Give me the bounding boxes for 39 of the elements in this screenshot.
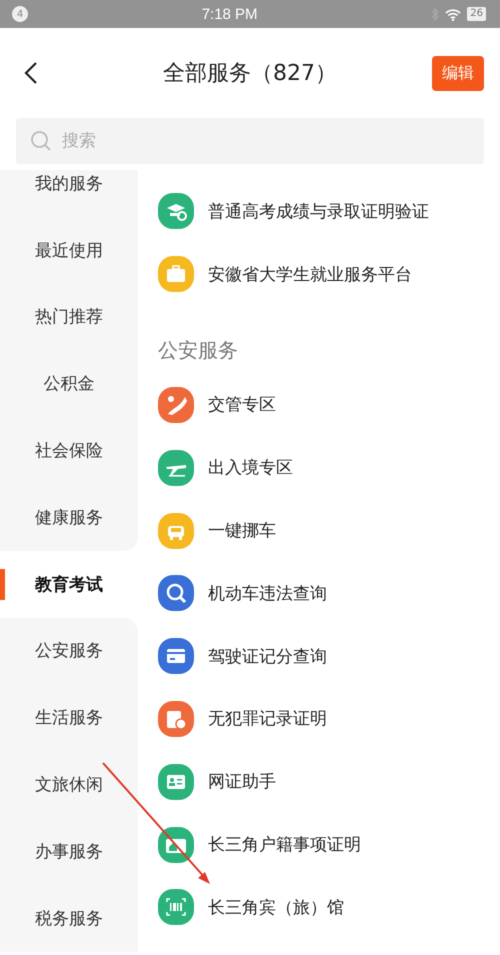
wifi-icon: [445, 8, 462, 20]
certificate-icon[interactable]: [158, 700, 194, 737]
service-link[interactable]: 机动车违法查询: [208, 582, 327, 605]
status-time: 7:18 PM: [200, 6, 259, 22]
house-card-icon[interactable]: [158, 826, 194, 863]
category-tab[interactable]: 健康服务: [0, 484, 138, 551]
service-link[interactable]: 无犯罪记录证明: [208, 707, 327, 730]
service-link[interactable]: 普通高考成绩与录取证明验证: [208, 200, 429, 223]
category-tab[interactable]: 公安服务: [0, 618, 138, 684]
category-tab[interactable]: 社会保险: [0, 417, 138, 484]
briefcase-icon[interactable]: [158, 256, 194, 292]
id-card-icon[interactable]: [158, 764, 194, 800]
search-icon: [30, 130, 52, 152]
category-tab[interactable]: 生活服务: [0, 684, 138, 752]
category-tab[interactable]: 办事服务: [0, 818, 138, 885]
service-link[interactable]: 一键挪车: [208, 519, 276, 542]
category-tab[interactable]: 文旅休闲: [0, 751, 138, 818]
section-title: 公安服务: [158, 336, 239, 364]
service-link[interactable]: 交管专区: [208, 393, 276, 416]
page-title: 全部服务（827）: [162, 60, 338, 88]
barcode-icon[interactable]: [158, 889, 194, 926]
service-link[interactable]: 安徽省大学生就业服务平台: [208, 262, 412, 286]
card-icon[interactable]: [158, 638, 194, 674]
category-tab[interactable]: 税务服务: [0, 884, 138, 952]
category-tab[interactable]: 最近使用: [0, 216, 138, 284]
magnifier-icon[interactable]: [158, 575, 194, 612]
service-link[interactable]: 长三角户籍事项证明: [208, 833, 361, 856]
category-tab[interactable]: 热门推荐: [0, 284, 138, 350]
notification-badge: 4: [12, 6, 28, 22]
service-link[interactable]: 出入境专区: [208, 456, 293, 480]
car-icon[interactable]: [158, 512, 194, 549]
service-link[interactable]: 驾驶证记分查询: [208, 644, 327, 668]
service-link[interactable]: 长三角宾（旅）馆: [208, 896, 344, 919]
battery-level: 26: [467, 7, 486, 21]
graduation-cap-icon[interactable]: [158, 193, 194, 230]
category-tab[interactable]: 公积金: [0, 350, 138, 418]
category-tab[interactable]: 我的服务: [0, 170, 138, 217]
service-link[interactable]: 网证助手: [208, 770, 276, 794]
selection-indicator: [0, 568, 5, 600]
